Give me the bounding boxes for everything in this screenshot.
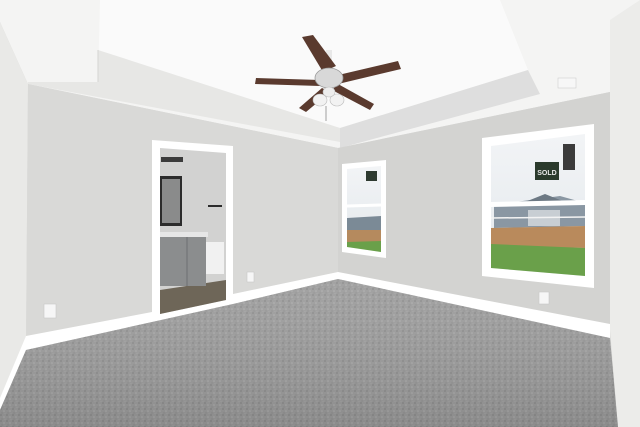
sign-post (563, 144, 575, 170)
small-window-sign (366, 171, 377, 181)
mirror-reflection (162, 179, 180, 223)
sold-sign-text: SOLD (537, 170, 556, 177)
room-illustration: SOLD (0, 0, 640, 427)
ceiling-vent (557, 77, 577, 89)
far-right-wall (610, 0, 640, 427)
vanity-light-fixture (161, 157, 183, 162)
bedroom-photo: SOLD (0, 0, 640, 427)
bathroom-vanity (160, 234, 206, 286)
large-window-lower-rail (490, 216, 586, 219)
vanity-countertop (160, 232, 208, 237)
toilet (206, 242, 224, 274)
small-window-houses (347, 216, 381, 230)
small-window-sash (346, 203, 382, 208)
wall-outlet-left (43, 303, 57, 319)
fan-motor-housing (314, 67, 344, 89)
wall-outlet-center (246, 271, 255, 283)
fan-light-globe-center (322, 86, 336, 98)
wall-outlet-right (538, 291, 550, 305)
